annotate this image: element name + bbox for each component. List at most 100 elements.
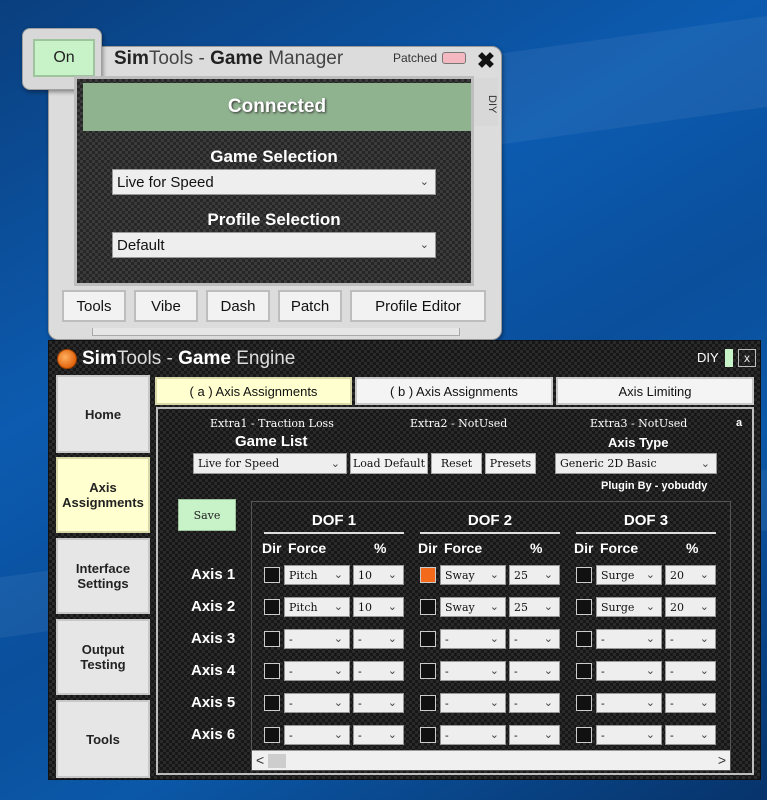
axis-2-dof1-dir-checkbox[interactable] bbox=[264, 599, 280, 615]
axis-4-dof1-dir-checkbox[interactable] bbox=[264, 663, 280, 679]
axis-2-dof1-force-select[interactable]: Pitch ⌄ bbox=[284, 597, 350, 617]
presets-button[interactable]: Presets bbox=[485, 453, 536, 474]
axis-3-label: Axis 3 bbox=[191, 630, 236, 647]
axis-6-dof1-dir-checkbox[interactable] bbox=[264, 727, 280, 743]
axis-3-dof3-force-select[interactable]: - ⌄ bbox=[596, 629, 662, 649]
axis-2-dof3-percent-select[interactable]: 20 ⌄ bbox=[665, 597, 716, 617]
load-default-button[interactable]: Load Default bbox=[350, 453, 428, 474]
sidebar-item-home[interactable]: Home bbox=[56, 375, 150, 453]
sidebar-item-tools[interactable]: Tools bbox=[56, 700, 150, 778]
axis-1-dof2-percent-select[interactable]: 25 ⌄ bbox=[509, 565, 560, 585]
sidebar-item-interface-settings[interactable]: Interface Settings bbox=[56, 538, 150, 614]
axis-5-dof2-percent-select[interactable]: - ⌄ bbox=[509, 693, 560, 713]
axis-5-dof2-dir-checkbox[interactable] bbox=[420, 695, 436, 711]
chevron-down-icon: ⌄ bbox=[387, 631, 397, 645]
force-value: - bbox=[289, 632, 293, 646]
axis-4-dof2-force-select[interactable]: - ⌄ bbox=[440, 661, 506, 681]
close-button[interactable]: ✖ bbox=[474, 48, 498, 74]
reset-button[interactable]: Reset bbox=[431, 453, 482, 474]
axis-6-dof2-force-select[interactable]: - ⌄ bbox=[440, 725, 506, 745]
axis-3-dof2-force-select[interactable]: - ⌄ bbox=[440, 629, 506, 649]
axis-3-dof3-dir-checkbox[interactable] bbox=[576, 631, 592, 647]
axis-3-dof3-percent-select[interactable]: - ⌄ bbox=[665, 629, 716, 649]
axis-4-dof3-percent-select[interactable]: - ⌄ bbox=[665, 661, 716, 681]
axis-3-dof1-force-select[interactable]: - ⌄ bbox=[284, 629, 350, 649]
axis-5-dof1-percent-select[interactable]: - ⌄ bbox=[353, 693, 404, 713]
axis-1-dof3-force-select[interactable]: Surge ⌄ bbox=[596, 565, 662, 585]
axis-6-dof1-percent-select[interactable]: - ⌄ bbox=[353, 725, 404, 745]
force-value: - bbox=[601, 728, 605, 742]
profile-editor-button[interactable]: Profile Editor bbox=[350, 290, 486, 322]
vibe-button[interactable]: Vibe bbox=[134, 290, 198, 322]
tools-button[interactable]: Tools bbox=[62, 290, 126, 322]
horizontal-scrollbar[interactable]: < > bbox=[252, 750, 730, 770]
axis-1-dof3-percent-select[interactable]: 20 ⌄ bbox=[665, 565, 716, 585]
force-value: - bbox=[445, 632, 449, 646]
axis-2-dof2-percent-select[interactable]: 25 ⌄ bbox=[509, 597, 560, 617]
scroll-right-icon[interactable]: > bbox=[718, 752, 726, 768]
axis-5-dof1-force-select[interactable]: - ⌄ bbox=[284, 693, 350, 713]
scroll-thumb[interactable] bbox=[268, 754, 286, 768]
sidebar-item-axis-assignments[interactable]: Axis Assignments bbox=[56, 457, 150, 533]
axis-4-dof1-force-select[interactable]: - ⌄ bbox=[284, 661, 350, 681]
dash-button[interactable]: Dash bbox=[206, 290, 270, 322]
chevron-down-icon: ⌄ bbox=[489, 599, 499, 613]
axis-1-dof1-dir-checkbox[interactable] bbox=[264, 567, 280, 583]
axis-3-dof1-percent-select[interactable]: - ⌄ bbox=[353, 629, 404, 649]
axis-4-dof2-dir-checkbox[interactable] bbox=[420, 663, 436, 679]
tab-axis-limiting[interactable]: Axis Limiting bbox=[556, 377, 754, 405]
axis-5-dof3-force-select[interactable]: - ⌄ bbox=[596, 693, 662, 713]
game-list-dropdown[interactable]: Live for Speed ⌄ bbox=[193, 453, 347, 474]
percent-value: - bbox=[358, 728, 362, 742]
manager-panel: Connected Game Selection Live for Speed … bbox=[74, 76, 474, 286]
axis-5-dof1-dir-checkbox[interactable] bbox=[264, 695, 280, 711]
scroll-left-icon[interactable]: < bbox=[256, 752, 264, 768]
axis-5-dof3-dir-checkbox[interactable] bbox=[576, 695, 592, 711]
axis-type-dropdown[interactable]: Generic 2D Basic ⌄ bbox=[555, 453, 717, 474]
axis-4-dof3-dir-checkbox[interactable] bbox=[576, 663, 592, 679]
axis-1-dof2-force-select[interactable]: Sway ⌄ bbox=[440, 565, 506, 585]
axis-6-dof3-force-select[interactable]: - ⌄ bbox=[596, 725, 662, 745]
axis-4-dof1-percent-select[interactable]: - ⌄ bbox=[353, 661, 404, 681]
axis-3-dof1-dir-checkbox[interactable] bbox=[264, 631, 280, 647]
chevron-down-icon: ⌄ bbox=[333, 663, 343, 677]
axis-6-dof3-percent-select[interactable]: - ⌄ bbox=[665, 725, 716, 745]
close-button[interactable]: x bbox=[738, 349, 756, 367]
axis-2-dof3-dir-checkbox[interactable] bbox=[576, 599, 592, 615]
axis-6-dof1-force-select[interactable]: - ⌄ bbox=[284, 725, 350, 745]
on-button-label[interactable]: On bbox=[33, 39, 95, 77]
axis-1-dof3-dir-checkbox[interactable] bbox=[576, 567, 592, 583]
dof1-col-dir: Dir bbox=[262, 540, 282, 556]
profile-selection-dropdown[interactable]: Default ⌄ bbox=[112, 232, 436, 258]
sidebar-item-output-testing[interactable]: Output Testing bbox=[56, 619, 150, 695]
percent-value: 20 bbox=[670, 600, 684, 614]
axis-1-dof1-percent-select[interactable]: 10 ⌄ bbox=[353, 565, 404, 585]
axis-2-dof3-force-select[interactable]: Surge ⌄ bbox=[596, 597, 662, 617]
diy-tab[interactable]: DIY bbox=[474, 78, 498, 126]
axis-5-dof2-force-select[interactable]: - ⌄ bbox=[440, 693, 506, 713]
tab-axis-assignments-a[interactable]: ( a ) Axis Assignments bbox=[155, 377, 352, 405]
dof1-col-pct: % bbox=[374, 540, 387, 556]
axis-3-dof2-percent-select[interactable]: - ⌄ bbox=[509, 629, 560, 649]
tab-axis-assignments-b[interactable]: ( b ) Axis Assignments bbox=[355, 377, 553, 405]
axis-2-dof2-dir-checkbox[interactable] bbox=[420, 599, 436, 615]
axis-4-dof3-force-select[interactable]: - ⌄ bbox=[596, 661, 662, 681]
patch-button[interactable]: Patch bbox=[278, 290, 342, 322]
axis-6-dof2-percent-select[interactable]: - ⌄ bbox=[509, 725, 560, 745]
axis-3-dof2-dir-checkbox[interactable] bbox=[420, 631, 436, 647]
axis-1-dof2-dir-checkbox[interactable] bbox=[420, 567, 436, 583]
axis-6-dof2-dir-checkbox[interactable] bbox=[420, 727, 436, 743]
axis-5-dof3-percent-select[interactable]: - ⌄ bbox=[665, 693, 716, 713]
axis-1-dof1-force-select[interactable]: Pitch ⌄ bbox=[284, 565, 350, 585]
dof3-col-dir: Dir bbox=[574, 540, 594, 556]
axis-type-value: Generic 2D Basic bbox=[560, 457, 657, 470]
axis-4-dof2-percent-select[interactable]: - ⌄ bbox=[509, 661, 560, 681]
game-selection-dropdown[interactable]: Live for Speed ⌄ bbox=[112, 169, 436, 195]
percent-value: 10 bbox=[358, 600, 372, 614]
axis-2-dof2-force-select[interactable]: Sway ⌄ bbox=[440, 597, 506, 617]
chevron-down-icon: ⌄ bbox=[645, 727, 655, 741]
chevron-down-icon: ⌄ bbox=[489, 567, 499, 581]
axis-6-dof3-dir-checkbox[interactable] bbox=[576, 727, 592, 743]
save-button[interactable]: Save bbox=[178, 499, 236, 531]
axis-2-dof1-percent-select[interactable]: 10 ⌄ bbox=[353, 597, 404, 617]
